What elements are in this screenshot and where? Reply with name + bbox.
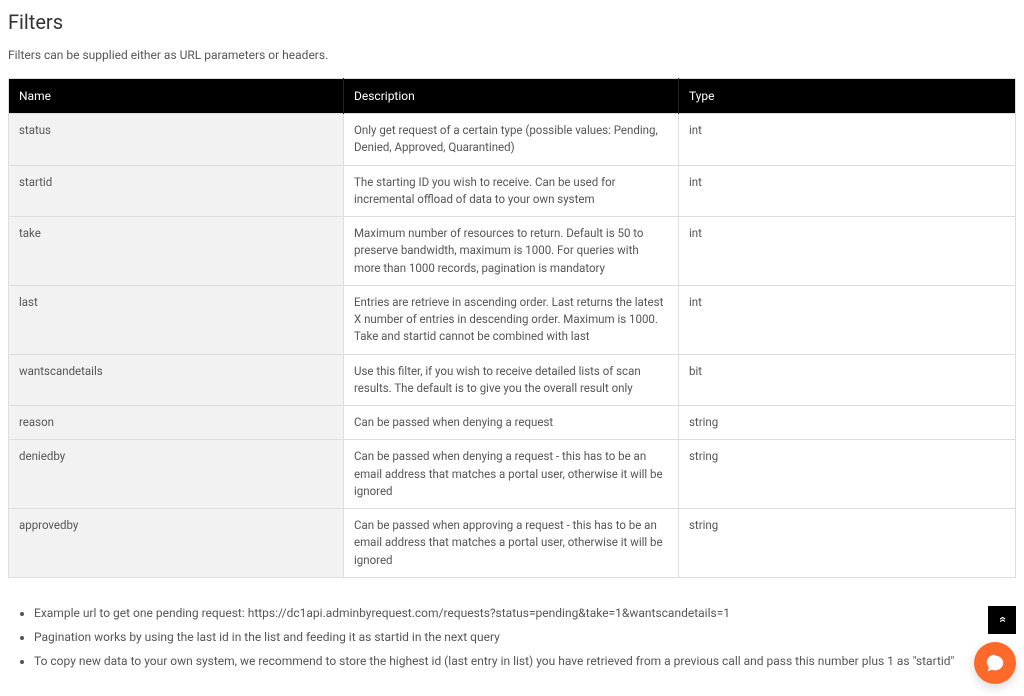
page-subtitle: Filters can be supplied either as URL pa… xyxy=(8,48,1016,62)
list-item: Pagination works by using the last id in… xyxy=(34,628,1016,646)
cell-name: last xyxy=(9,285,344,354)
cell-description: Maximum number of resources to return. D… xyxy=(344,217,679,286)
cell-type: int xyxy=(679,217,1016,286)
cell-type: bit xyxy=(679,354,1016,406)
cell-type: string xyxy=(679,509,1016,578)
chat-icon xyxy=(984,652,1006,674)
filters-table: Name Description Type status Only get re… xyxy=(8,78,1016,578)
chevron-up-icon: « xyxy=(995,617,1010,624)
cell-name: status xyxy=(9,114,344,166)
cell-type: int xyxy=(679,165,1016,217)
table-row: take Maximum number of resources to retu… xyxy=(9,217,1016,286)
notes-list: Example url to get one pending request: … xyxy=(8,604,1016,670)
chat-button[interactable] xyxy=(974,642,1016,684)
cell-name: reason xyxy=(9,406,344,440)
table-row: status Only get request of a certain typ… xyxy=(9,114,1016,166)
cell-description: The starting ID you wish to receive. Can… xyxy=(344,165,679,217)
cell-name: wantscandetails xyxy=(9,354,344,406)
table-row: approvedby Can be passed when approving … xyxy=(9,509,1016,578)
col-header-description: Description xyxy=(344,79,679,114)
table-row: reason Can be passed when denying a requ… xyxy=(9,406,1016,440)
scroll-to-top-button[interactable]: « xyxy=(988,606,1016,634)
cell-description: Can be passed when denying a request xyxy=(344,406,679,440)
cell-type: int xyxy=(679,285,1016,354)
cell-description: Use this filter, if you wish to receive … xyxy=(344,354,679,406)
cell-name: approvedby xyxy=(9,509,344,578)
col-header-type: Type xyxy=(679,79,1016,114)
cell-type: int xyxy=(679,114,1016,166)
cell-description: Can be passed when approving a request -… xyxy=(344,509,679,578)
table-row: wantscandetails Use this filter, if you … xyxy=(9,354,1016,406)
table-row: deniedby Can be passed when denying a re… xyxy=(9,440,1016,509)
cell-description: Entries are retrieve in ascending order.… xyxy=(344,285,679,354)
cell-type: string xyxy=(679,440,1016,509)
col-header-name: Name xyxy=(9,79,344,114)
cell-name: startid xyxy=(9,165,344,217)
list-item: Example url to get one pending request: … xyxy=(34,604,1016,622)
list-item: To copy new data to your own system, we … xyxy=(34,652,1016,670)
cell-type: string xyxy=(679,406,1016,440)
cell-description: Can be passed when denying a request - t… xyxy=(344,440,679,509)
page-title: Filters xyxy=(8,10,1016,34)
cell-name: take xyxy=(9,217,344,286)
cell-description: Only get request of a certain type (poss… xyxy=(344,114,679,166)
table-row: last Entries are retrieve in ascending o… xyxy=(9,285,1016,354)
cell-name: deniedby xyxy=(9,440,344,509)
table-row: startid The starting ID you wish to rece… xyxy=(9,165,1016,217)
